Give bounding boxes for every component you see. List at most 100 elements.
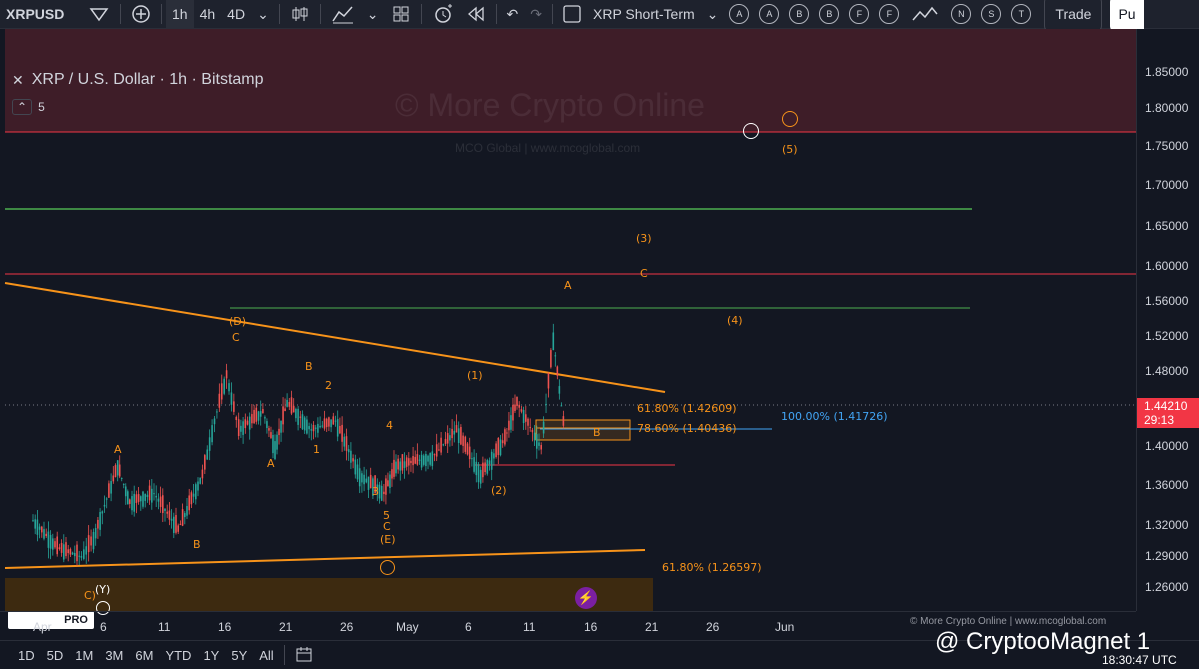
chart-pane[interactable]: © More Crypto Online MCO Global | www.mc… xyxy=(0,29,1136,629)
price-tick: 1.32000 xyxy=(1145,518,1189,532)
candle-body xyxy=(336,419,339,437)
range-3m[interactable]: 3M xyxy=(99,648,129,663)
bolt-icon[interactable]: ⚡ xyxy=(575,587,597,609)
add-symbol-icon[interactable] xyxy=(125,0,157,28)
candle-body xyxy=(110,481,112,494)
candle-body xyxy=(47,531,50,548)
price-tick: 1.80000 xyxy=(1145,101,1189,115)
candle-body xyxy=(129,499,131,504)
candle-body xyxy=(78,555,80,557)
candle-body xyxy=(270,432,272,438)
range-all[interactable]: All xyxy=(253,648,279,663)
layouts-grid-icon[interactable] xyxy=(385,0,417,28)
wave-label: (4) xyxy=(727,314,743,327)
symbol-label: XRPUSD xyxy=(6,6,65,22)
candle-body xyxy=(133,493,135,512)
candle-body xyxy=(367,476,370,490)
candles-icon[interactable] xyxy=(284,0,316,28)
interval-1h[interactable]: 1h xyxy=(166,0,194,28)
chevron-down-icon[interactable]: ⌄ xyxy=(251,0,275,28)
candle-body xyxy=(286,399,288,407)
trade-label: Trade xyxy=(1055,6,1092,22)
candle-body xyxy=(290,397,293,414)
candle-body xyxy=(562,416,565,426)
undo-icon[interactable]: ↶ xyxy=(501,0,525,28)
candle-body xyxy=(435,444,438,457)
range-6m[interactable]: 6M xyxy=(129,648,159,663)
circle-a-button[interactable]: A xyxy=(729,4,750,24)
candle-body xyxy=(314,427,317,429)
trade-button[interactable]: Trade xyxy=(1044,0,1103,32)
candle-body xyxy=(422,455,425,465)
indicator-count: 5 xyxy=(38,100,45,114)
circle-f-button[interactable]: F xyxy=(849,4,870,24)
symbol-search[interactable]: XRPUSD xyxy=(0,0,82,28)
price-axis[interactable]: 1.85000 1.80000 1.75000 1.70000 1.65000 … xyxy=(1136,29,1199,611)
chevron-down-icon[interactable]: ⌄ xyxy=(701,0,725,28)
circle-f-button[interactable]: F xyxy=(879,4,900,24)
interval-4d[interactable]: 4D xyxy=(221,0,251,28)
candle-body xyxy=(248,416,251,430)
candle-body xyxy=(444,438,447,444)
range-5y[interactable]: 5Y xyxy=(225,648,253,663)
circle-b-button[interactable]: B xyxy=(789,4,810,24)
candle-body xyxy=(151,488,153,503)
wave-label: (E) xyxy=(380,533,396,546)
candle-body xyxy=(520,409,523,412)
candle-body xyxy=(425,453,427,467)
candle-body xyxy=(516,396,518,406)
range-1m[interactable]: 1M xyxy=(69,648,99,663)
candle-body xyxy=(475,461,478,476)
interval-4h[interactable]: 4h xyxy=(194,0,222,28)
time-tick: 16 xyxy=(584,620,598,634)
replay-icon[interactable] xyxy=(460,0,492,28)
candle-body xyxy=(350,450,352,463)
candle-body xyxy=(347,449,350,453)
price-tick: 1.26000 xyxy=(1145,580,1189,594)
wave-label: A xyxy=(564,279,572,292)
wave-tool-icon[interactable] xyxy=(904,0,946,28)
candle-body xyxy=(251,414,253,424)
circle-n-button[interactable]: N xyxy=(951,4,972,24)
time-tick: 16 xyxy=(218,620,232,634)
range-1y[interactable]: 1Y xyxy=(197,648,225,663)
candle-body xyxy=(41,526,43,533)
candle-body xyxy=(418,459,421,461)
publish-button[interactable]: Pu xyxy=(1110,0,1144,32)
chevron-up-icon[interactable]: ⌃ xyxy=(12,99,33,115)
candle-body xyxy=(246,420,249,425)
close-icon[interactable]: ✕ xyxy=(12,72,24,89)
candle-body xyxy=(545,403,547,406)
range-1d[interactable]: 1D xyxy=(12,648,41,663)
candle-body xyxy=(105,498,108,500)
redo-icon[interactable]: ↷ xyxy=(524,0,548,28)
indicator-toggle[interactable]: ⌃ 5 xyxy=(12,99,45,115)
candle-body xyxy=(204,455,206,470)
calendar-icon[interactable] xyxy=(289,645,319,666)
candle-body xyxy=(395,461,397,474)
template-checkbox[interactable] xyxy=(557,0,587,28)
range-5d[interactable]: 5D xyxy=(41,648,70,663)
circle-s-button[interactable]: S xyxy=(981,4,1002,24)
price-tick: 1.70000 xyxy=(1145,178,1189,192)
candle-body xyxy=(542,421,545,434)
circle-b-button[interactable]: B xyxy=(819,4,840,24)
candle-body xyxy=(343,436,346,447)
candle-body xyxy=(71,552,74,555)
circle-t-button[interactable]: T xyxy=(1011,4,1032,24)
alert-icon[interactable] xyxy=(426,0,460,28)
candle-body xyxy=(276,434,278,450)
symbol-menu-icon[interactable] xyxy=(82,0,116,28)
candle-body xyxy=(155,495,157,498)
chevron-down-icon[interactable]: ⌄ xyxy=(361,0,385,28)
candle-body xyxy=(120,477,123,479)
candle-body xyxy=(268,428,270,431)
range-ytd[interactable]: YTD xyxy=(159,648,197,663)
candle-body xyxy=(220,383,223,400)
circle-a-button[interactable]: A xyxy=(759,4,780,24)
template-name[interactable]: XRP Short-Term xyxy=(587,0,701,28)
candle-body xyxy=(354,459,357,475)
candle-body xyxy=(99,512,101,530)
indicators-icon[interactable] xyxy=(325,0,361,28)
time-tick: 26 xyxy=(340,620,354,634)
